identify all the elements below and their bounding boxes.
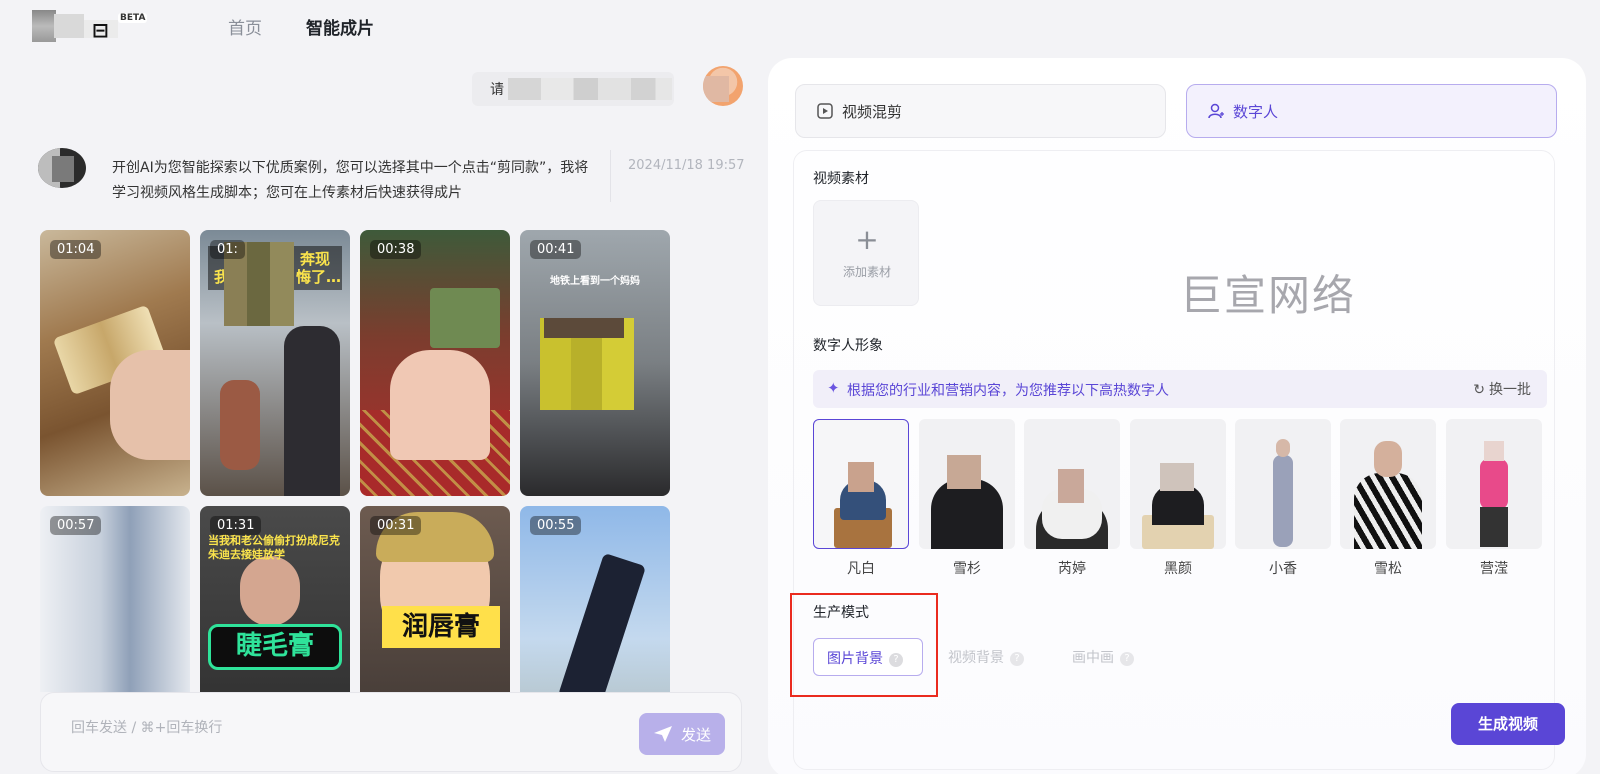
avatar-name: 营滢 xyxy=(1480,561,1508,577)
avatar-card-xueshan[interactable] xyxy=(919,419,1015,549)
top-nav: ⊟ BETA 首页 智能成片 xyxy=(0,0,1600,52)
divider xyxy=(610,150,611,202)
video-card[interactable]: 00:38 xyxy=(360,230,510,496)
send-label: 发送 xyxy=(681,726,712,744)
recommend-banner: ✦ 根据您的行业和营销内容，为您推荐以下高热数字人 ↻ 换一批 xyxy=(813,370,1547,408)
avatar-card-xuesong[interactable] xyxy=(1340,419,1436,549)
recommend-text: 根据您的行业和营销内容，为您推荐以下高热数字人 xyxy=(847,383,1169,399)
tab-digital-human-label: 数字人 xyxy=(1233,103,1279,121)
mode-image-background[interactable]: 图片背景? xyxy=(813,638,923,676)
video-card[interactable]: 润唇膏 00:31 xyxy=(360,506,510,692)
avatar-name: 黑颜 xyxy=(1164,561,1192,577)
beta-badge: BETA xyxy=(118,13,148,23)
send-button[interactable]: 发送 xyxy=(639,713,725,755)
avatar-name: 雪松 xyxy=(1374,561,1402,577)
video-card[interactable]: 01:04 xyxy=(40,230,190,496)
generate-video-button[interactable]: 生成视频 xyxy=(1451,703,1565,745)
mode-picture-in-picture[interactable]: 画中画? xyxy=(1060,638,1160,676)
video-duration: 01:31 xyxy=(210,516,262,535)
avatar-card-xiaoxiang[interactable] xyxy=(1235,419,1331,549)
help-icon[interactable]: ? xyxy=(1120,652,1134,666)
tab-digital-human[interactable]: 数字人 xyxy=(1186,84,1557,138)
video-duration: 00:31 xyxy=(370,516,422,535)
video-duration: 01: xyxy=(210,240,245,259)
section-video-material: 视频素材 xyxy=(813,171,869,187)
video-duration: 00:38 xyxy=(370,240,422,259)
video-duration: 00:41 xyxy=(530,240,582,259)
user-message-text: 请 xyxy=(490,82,504,98)
video-card[interactable]: 当我和老公偷偷打扮成尼克朱迪去接娃放学 睫毛膏 01:31 xyxy=(200,506,350,692)
video-duration: 00:55 xyxy=(530,516,582,535)
video-caption: 当我和老公偷偷打扮成尼克朱迪去接娃放学 xyxy=(208,534,340,561)
case-video-grid: 01:04 我奔现 悔了… 01: 00:38 地铁上看到一个妈妈 00:41 0… xyxy=(40,230,670,692)
ai-avatar xyxy=(38,148,86,188)
plus-icon: + xyxy=(855,223,879,256)
tab-video-mix[interactable]: 视频混剪 xyxy=(795,84,1166,138)
message-composer[interactable]: 回车发送 / ⌘+回车换行 发送 xyxy=(40,692,742,772)
nav-smart-video[interactable]: 智能成片 xyxy=(306,14,374,39)
composer-placeholder: 回车发送 / ⌘+回车换行 xyxy=(71,720,223,736)
send-icon xyxy=(653,725,673,747)
logo-mark: ⊟ xyxy=(92,18,109,42)
add-material-label: 添加素材 xyxy=(842,265,891,279)
mode-label: 视频背景 xyxy=(948,650,1004,666)
user-message: 请 xyxy=(472,72,674,106)
video-card[interactable]: 我奔现 悔了… 01: xyxy=(200,230,350,496)
video-duration: 00:57 xyxy=(50,516,102,535)
avatar-card-fanbai[interactable] xyxy=(813,419,909,549)
logo[interactable]: ⊟ BETA xyxy=(32,10,148,42)
avatar-card-ruiting[interactable] xyxy=(1024,419,1120,549)
mode-label: 画中画 xyxy=(1072,650,1114,666)
avatar-name: 芮婷 xyxy=(1058,561,1086,577)
avatar-name: 小香 xyxy=(1269,561,1297,577)
help-icon[interactable]: ? xyxy=(889,653,903,667)
sparkle-icon: ✦ xyxy=(827,379,840,397)
video-icon xyxy=(816,102,834,124)
ai-message: 开创AI为您智能探索以下优质案例，您可以选择其中一个点击“剪同款”，我将学习视频… xyxy=(112,160,589,201)
avatar-card-yingying[interactable] xyxy=(1446,419,1542,549)
help-icon[interactable]: ? xyxy=(1010,652,1024,666)
mode-video-background[interactable]: 视频背景? xyxy=(938,638,1038,676)
video-overlay-title: 润唇膏 xyxy=(382,606,500,648)
nav-home[interactable]: 首页 xyxy=(228,14,262,39)
section-production-mode: 生产模式 xyxy=(813,605,869,621)
avatar-name: 凡白 xyxy=(847,561,875,577)
redacted-text xyxy=(508,78,672,100)
avatar-card-heiyan[interactable] xyxy=(1130,419,1226,549)
user-icon xyxy=(1207,102,1225,124)
message-timestamp: 2024/11/18 19:57 xyxy=(628,158,745,173)
section-digital-avatar: 数字人形象 xyxy=(813,338,883,354)
avatar-name: 雪杉 xyxy=(953,561,981,577)
watermark: 巨宣网络 xyxy=(1180,271,1357,320)
mode-label: 图片背景 xyxy=(827,651,883,667)
video-card[interactable]: 地铁上看到一个妈妈 00:41 xyxy=(520,230,670,496)
tab-video-mix-label: 视频混剪 xyxy=(842,103,903,121)
add-material-button[interactable]: + 添加素材 xyxy=(813,200,919,306)
user-avatar xyxy=(703,66,743,106)
video-overlay-title: 睫毛膏 xyxy=(208,624,342,670)
video-caption: 地铁上看到一个妈妈 xyxy=(550,276,640,287)
video-card[interactable]: 00:55 xyxy=(520,506,670,692)
video-card[interactable]: 00:57 xyxy=(40,506,190,692)
refresh-label: 换一批 xyxy=(1489,382,1531,398)
refresh-icon: ↻ xyxy=(1473,382,1485,398)
video-duration: 01:04 xyxy=(50,240,102,259)
refresh-button[interactable]: ↻ 换一批 xyxy=(1473,379,1531,399)
